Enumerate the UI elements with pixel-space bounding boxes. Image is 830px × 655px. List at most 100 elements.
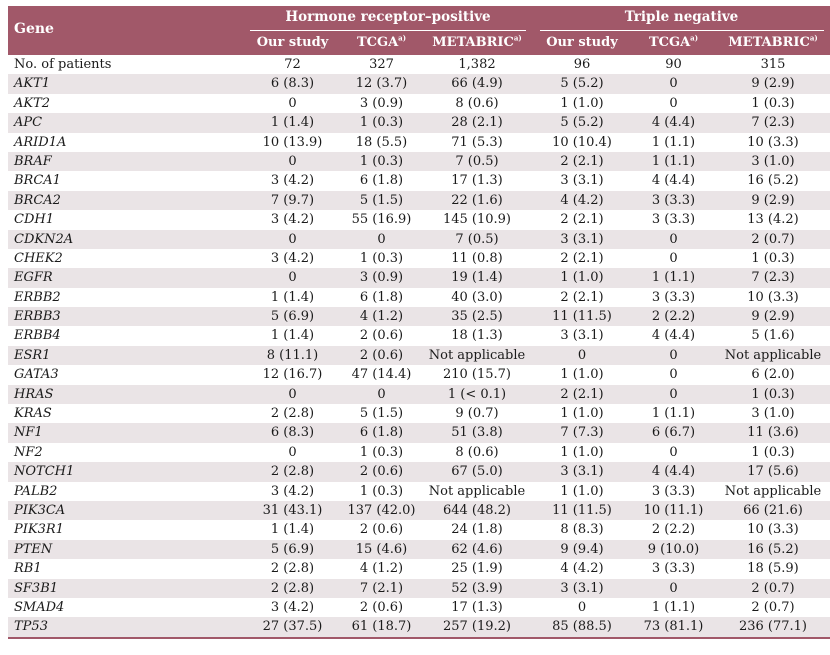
value-cell: 55 (16.9) xyxy=(351,212,412,228)
value-cell: 10 (3.3) xyxy=(747,289,799,305)
value-cell: 0 xyxy=(577,599,587,615)
value-cell: 7 (2.1) xyxy=(359,580,404,596)
value-cell: 35 (2.5) xyxy=(451,309,503,325)
value-cell: 11 (11.5) xyxy=(552,309,612,325)
gene-cell: ERBB2 xyxy=(14,289,61,305)
value-cell: 73 (81.1) xyxy=(643,619,704,635)
value-cell: 0 xyxy=(669,231,678,247)
value-cell: 8 (8.3) xyxy=(560,522,604,538)
value-cell: 2 (2.2) xyxy=(651,522,696,538)
table-row: SMAD4 3 (4.2) 2 (0.6) 17 (1.3) 0 1 (1.1) 2 (0.… xyxy=(8,598,830,617)
value-cell: 2 (2.1) xyxy=(560,153,604,169)
value-cell: 13 (4.2) xyxy=(747,212,799,228)
value-cell: 0 xyxy=(669,347,678,363)
gene-cell: NOTCH1 xyxy=(14,464,75,480)
value-cell: 1 (1.0) xyxy=(560,95,604,111)
value-cell: 1 (1.1) xyxy=(651,153,696,169)
gene-cell: BRCA2 xyxy=(14,192,61,208)
header-col-5: TCGAa) xyxy=(631,35,716,50)
value-cell: 2 (2.8) xyxy=(270,580,315,596)
value-cell: 1 (1.4) xyxy=(270,115,315,131)
value-cell: 1,382 xyxy=(458,57,496,72)
header-col-sup: a) xyxy=(513,33,522,43)
gene-cell: No. of patients xyxy=(14,57,112,72)
value-cell: 257 (19.2) xyxy=(442,619,512,635)
gene-cell: PTEN xyxy=(14,541,53,557)
value-cell: 2 (2.1) xyxy=(560,212,604,228)
value-cell: 4 (1.2) xyxy=(359,309,404,325)
value-cell: 6 (2.0) xyxy=(751,367,795,383)
value-cell: 7 (9.7) xyxy=(270,192,315,208)
value-cell: 0 xyxy=(669,386,678,402)
value-cell: 18 (5.5) xyxy=(355,134,408,150)
table-bottom-rule xyxy=(8,636,830,639)
value-cell: 6 (8.3) xyxy=(270,425,315,441)
value-cell: 2 (2.2) xyxy=(651,309,696,325)
value-cell: 6 (1.8) xyxy=(359,289,404,305)
value-cell: 1 (0.3) xyxy=(359,483,404,499)
value-cell: 5 (5.2) xyxy=(560,76,604,92)
value-cell: 3 (3.1) xyxy=(560,580,604,596)
value-cell: 7 (2.3) xyxy=(751,115,795,131)
header-group-rule-triple-negative xyxy=(540,30,824,31)
value-cell: 8 (0.6) xyxy=(455,95,499,111)
value-cell: 11 (0.8) xyxy=(451,250,503,266)
header-col-label: TCGA xyxy=(356,35,399,50)
table-row: BRCA2 7 (9.7) 5 (1.5) 22 (1.6) 4 (4.2) 3 (3.3… xyxy=(8,190,830,211)
value-cell: 27 (37.5) xyxy=(262,619,323,635)
table-row: PTEN 5 (6.9) 15 (4.6) 62 (4.6) 9 (9.4) 9 (10.… xyxy=(8,539,830,560)
table-row: CDKN2A 0 0 7 (0.5) 3 (3.1) 0 2 (0.7) xyxy=(8,229,830,249)
value-cell: 2 (0.7) xyxy=(751,231,795,247)
value-cell: 3 (3.3) xyxy=(651,192,696,208)
table-row: PIK3R1 1 (1.4) 2 (0.6) 24 (1.8) 8 (8.3) 2 (2.… xyxy=(8,520,830,539)
header-col-label: METABRIC xyxy=(728,35,810,50)
value-cell: 4 (1.2) xyxy=(359,561,404,577)
value-cell: 4 (4.4) xyxy=(651,464,696,480)
gene-cell: ERBB3 xyxy=(14,309,61,325)
table-row: AKT1 6 (8.3) 12 (3.7) 66 (4.9) 5 (5.2) 0 9 (2.… xyxy=(8,74,830,94)
table-header: Gene Hormone receptor–positive Triple ne… xyxy=(8,6,830,55)
gene-cell: NF1 xyxy=(14,425,43,441)
value-cell: 24 (1.8) xyxy=(451,522,503,538)
value-cell: 71 (5.3) xyxy=(451,134,503,150)
value-cell: 6 (6.7) xyxy=(651,425,696,441)
gene-cell: ERBB4 xyxy=(14,328,61,344)
value-cell: 17 (5.6) xyxy=(747,464,799,480)
value-cell: 3 (3.1) xyxy=(560,231,604,247)
value-cell: 28 (2.1) xyxy=(451,115,503,131)
value-cell: 0 xyxy=(288,231,297,247)
gene-cell: HRAS xyxy=(14,386,54,402)
value-cell: 51 (3.8) xyxy=(451,425,503,441)
value-cell: 0 xyxy=(669,444,678,460)
value-cell: 5 (5.2) xyxy=(560,115,604,131)
value-cell: 2 (0.6) xyxy=(359,464,404,480)
value-cell: 9 (0.7) xyxy=(455,406,499,422)
value-cell: 62 (4.6) xyxy=(451,541,503,557)
value-cell: 9 (2.9) xyxy=(751,76,795,92)
table-row: APC 1 (1.4) 1 (0.3) 28 (2.1) 5 (5.2) 4 (4.4) 7… xyxy=(8,113,830,133)
header-col-sup: a) xyxy=(690,33,699,43)
value-cell: 6 (1.8) xyxy=(359,173,404,189)
gene-cell: CDH1 xyxy=(14,212,54,228)
table-row: RB1 2 (2.8) 4 (1.2) 25 (1.9) 4 (4.2) 3 (3.3) 1… xyxy=(8,559,830,578)
table-row: AKT2 0 3 (0.9) 8 (0.6) 1 (1.0) 0 1 (0.3) xyxy=(8,94,830,113)
value-cell: 1 (1.0) xyxy=(560,270,604,286)
value-cell: 0 xyxy=(288,153,297,169)
value-cell: 2 (0.6) xyxy=(359,347,404,363)
header-group-rule-hr-positive xyxy=(250,30,526,31)
value-cell: 3 (4.2) xyxy=(270,483,315,499)
value-cell: 5 (6.9) xyxy=(270,541,315,557)
gene-cell: APC xyxy=(14,115,43,131)
value-cell: Not applicable xyxy=(724,347,822,363)
value-cell: 66 (4.9) xyxy=(451,76,503,92)
table-row: PIK3CA 31 (43.1) 137 (42.0) 644 (48.2) 11 (1… xyxy=(8,500,830,521)
value-cell: 1 (0.3) xyxy=(359,444,404,460)
value-cell: 3 (0.9) xyxy=(359,95,404,111)
value-cell: 1 (1.4) xyxy=(270,289,315,305)
value-cell: 1 (0.3) xyxy=(751,95,795,111)
value-cell: 17 (1.3) xyxy=(451,599,503,615)
value-cell: 16 (5.2) xyxy=(747,541,799,557)
value-cell: 10 (3.3) xyxy=(747,522,799,538)
value-cell: 15 (4.6) xyxy=(355,541,408,557)
value-cell: 0 xyxy=(669,250,678,266)
